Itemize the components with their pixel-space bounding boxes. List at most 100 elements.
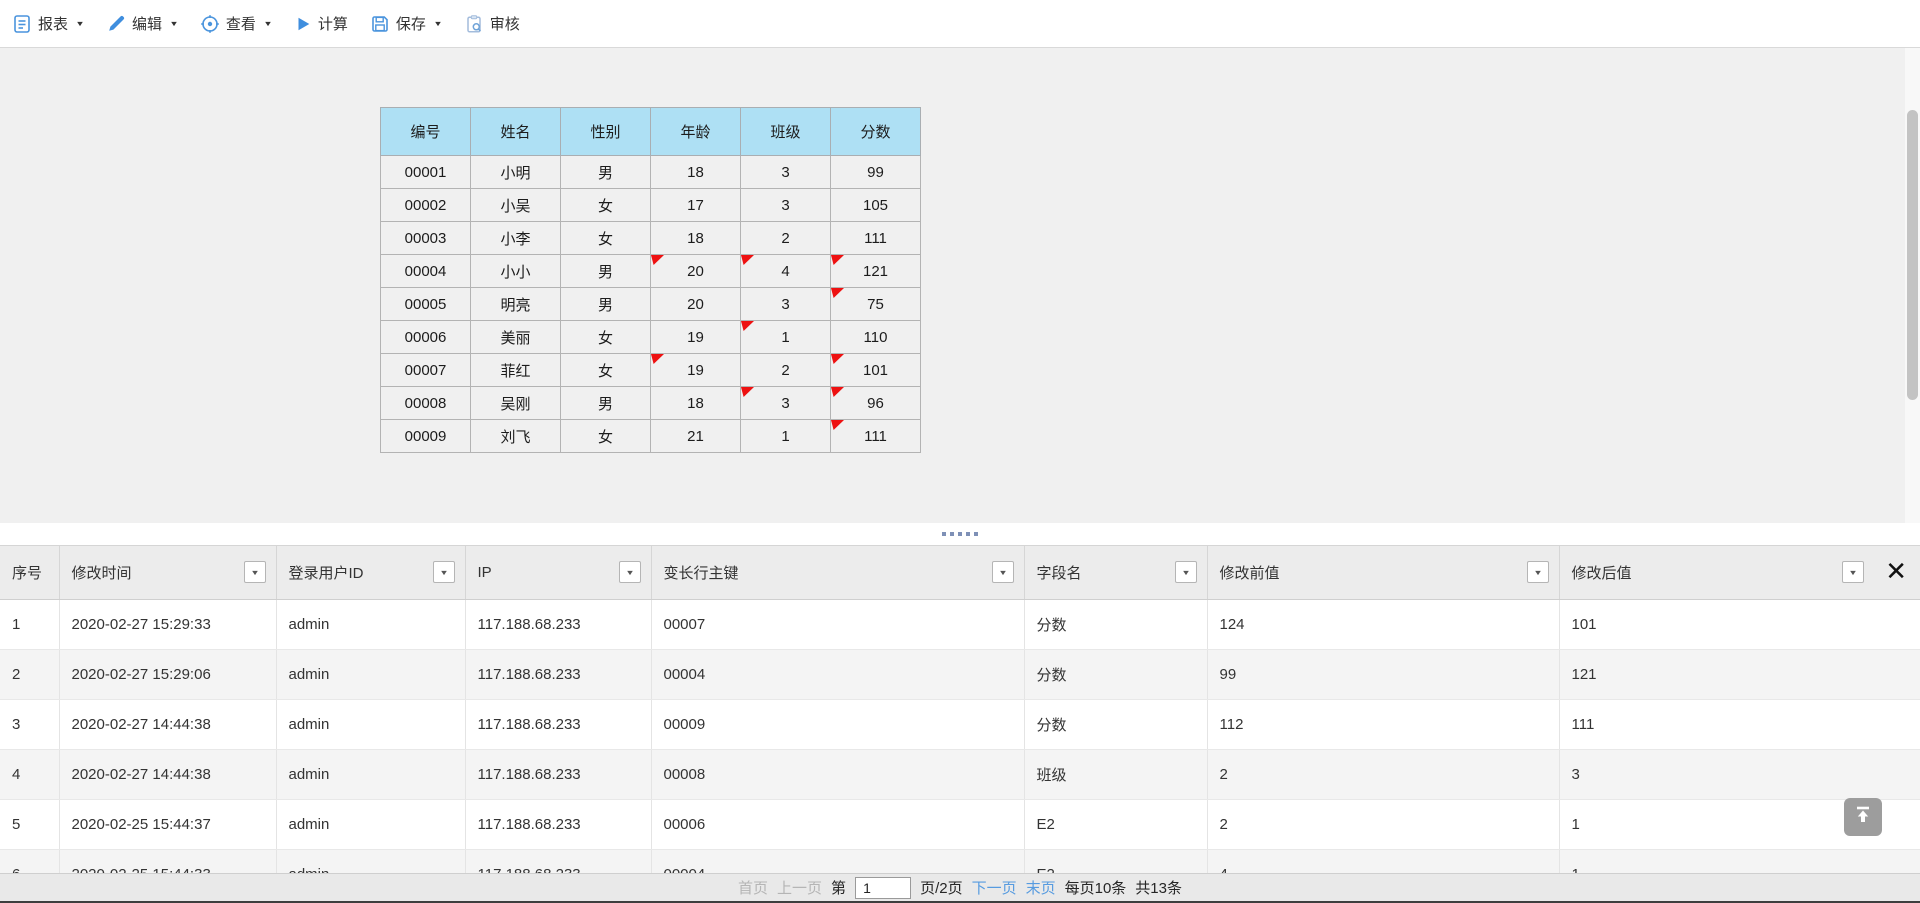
sheet-cell[interactable]: 女 <box>561 420 651 453</box>
sheet-cell[interactable]: 3 <box>741 288 831 321</box>
sheet-cell[interactable]: 4 <box>741 255 831 288</box>
save-button[interactable]: 保存 ▼ <box>370 13 442 34</box>
sheet-cell[interactable]: 女 <box>561 222 651 255</box>
scrollbar-thumb[interactable] <box>1907 110 1918 400</box>
sheet-cell[interactable]: 2 <box>741 222 831 255</box>
sheet-cell[interactable]: 18 <box>651 222 741 255</box>
prev-page-link[interactable]: 上一页 <box>777 877 822 898</box>
sheet-cell[interactable]: 101 <box>831 354 921 387</box>
sheet-cell[interactable]: 96 <box>831 387 921 420</box>
log-cell: 分数 <box>1024 599 1207 649</box>
sheet-cell[interactable]: 00006 <box>381 321 471 354</box>
back-to-top-button[interactable] <box>1844 798 1882 836</box>
close-icon[interactable]: ✕ <box>1885 558 1907 584</box>
sheet-cell[interactable]: 吴刚 <box>471 387 561 420</box>
calculate-button[interactable]: 计算 <box>294 13 348 34</box>
sheet-cell[interactable]: 19 <box>651 354 741 387</box>
sheet-cell[interactable]: 00002 <box>381 189 471 222</box>
sheet-cell[interactable]: 17 <box>651 189 741 222</box>
dropdown-caret-icon: ▼ <box>263 19 273 27</box>
cell-value: 3 <box>781 164 789 181</box>
sheet-cell[interactable]: 00005 <box>381 288 471 321</box>
sheet-cell[interactable]: 99 <box>831 156 921 189</box>
audit-button[interactable]: 审核 <box>464 13 520 34</box>
edit-button[interactable]: 编辑 ▼ <box>106 13 178 34</box>
sheet-cell[interactable]: 18 <box>651 387 741 420</box>
cell-value: 21 <box>687 428 704 445</box>
modified-flag-icon <box>831 387 844 397</box>
last-page-link[interactable]: 末页 <box>1026 877 1056 898</box>
sheet-cell[interactable]: 1 <box>741 420 831 453</box>
log-cell: 00009 <box>651 699 1024 749</box>
sheet-cell[interactable]: 男 <box>561 156 651 189</box>
sheet-row: 00001小明男18 3 99 <box>381 156 921 189</box>
sheet-cell[interactable]: 2 <box>741 354 831 387</box>
log-cell: 2 <box>1207 749 1559 799</box>
log-cell: 00007 <box>651 599 1024 649</box>
panel-splitter[interactable] <box>0 523 1920 545</box>
sheet-cell[interactable]: 美丽 <box>471 321 561 354</box>
cell-value: 00009 <box>405 428 447 445</box>
log-row[interactable]: 12020-02-27 15:29:33admin117.188.68.2330… <box>0 599 1920 649</box>
sheet-cell[interactable]: 小小 <box>471 255 561 288</box>
filter-button[interactable]: ▼ <box>244 561 266 583</box>
filter-button[interactable]: ▼ <box>1842 561 1864 583</box>
sheet-cell[interactable]: 明亮 <box>471 288 561 321</box>
log-cell: 3 <box>1559 749 1920 799</box>
sheet-cell[interactable]: 菲红 <box>471 354 561 387</box>
sheet-cell[interactable]: 男 <box>561 255 651 288</box>
sheet-cell[interactable]: 18 <box>651 156 741 189</box>
sheet-cell[interactable]: 女 <box>561 354 651 387</box>
sheet-cell[interactable]: 00007 <box>381 354 471 387</box>
sheet-cell[interactable]: 121 <box>831 255 921 288</box>
sheet-cell[interactable]: 1 <box>741 321 831 354</box>
sheet-cell[interactable]: 3 <box>741 189 831 222</box>
sheet-cell[interactable]: 3 <box>741 156 831 189</box>
sheet-cell[interactable]: 20 <box>651 288 741 321</box>
sheet-cell[interactable]: 00008 <box>381 387 471 420</box>
log-row[interactable]: 42020-02-27 14:44:38admin117.188.68.2330… <box>0 749 1920 799</box>
first-page-link[interactable]: 首页 <box>738 877 768 898</box>
sheet-cell[interactable]: 女 <box>561 189 651 222</box>
vertical-scrollbar[interactable] <box>1905 48 1920 523</box>
log-cell: admin <box>276 649 465 699</box>
log-row[interactable]: 32020-02-27 14:44:38admin117.188.68.2330… <box>0 699 1920 749</box>
log-cell: 00006 <box>651 799 1024 849</box>
sheet-cell[interactable]: 111 <box>831 222 921 255</box>
sheet-cell[interactable]: 男 <box>561 387 651 420</box>
sheet-cell[interactable]: 00001 <box>381 156 471 189</box>
sheet-cell[interactable]: 75 <box>831 288 921 321</box>
sheet-cell[interactable]: 21 <box>651 420 741 453</box>
sheet-cell[interactable]: 00009 <box>381 420 471 453</box>
sheet-cell[interactable]: 小明 <box>471 156 561 189</box>
sheet-cell[interactable]: 3 <box>741 387 831 420</box>
sheet-cell[interactable]: 19 <box>651 321 741 354</box>
sheet-cell[interactable]: 男 <box>561 288 651 321</box>
sheet-cell[interactable]: 00003 <box>381 222 471 255</box>
filter-button[interactable]: ▼ <box>433 561 455 583</box>
audit-icon <box>464 14 484 34</box>
sheet-cell[interactable]: 女 <box>561 321 651 354</box>
report-button[interactable]: 报表 ▼ <box>12 13 84 34</box>
cell-value: 女 <box>598 330 613 347</box>
log-row[interactable]: 62020-02-25 15:44:33admin117.188.68.2330… <box>0 849 1920 873</box>
log-row[interactable]: 22020-02-27 15:29:06admin117.188.68.2330… <box>0 649 1920 699</box>
filter-button[interactable]: ▼ <box>1527 561 1549 583</box>
sheet-cell[interactable]: 111 <box>831 420 921 453</box>
sheet-cell[interactable]: 小李 <box>471 222 561 255</box>
sheet-cell[interactable]: 00004 <box>381 255 471 288</box>
sheet-cell[interactable]: 105 <box>831 189 921 222</box>
filter-button[interactable]: ▼ <box>619 561 641 583</box>
page-number-input[interactable] <box>855 877 911 899</box>
arrow-up-icon <box>1852 804 1874 831</box>
sheet-cell[interactable]: 刘飞 <box>471 420 561 453</box>
sheet-cell[interactable]: 小吴 <box>471 189 561 222</box>
log-row[interactable]: 52020-02-25 15:44:37admin117.188.68.2330… <box>0 799 1920 849</box>
next-page-link[interactable]: 下一页 <box>972 877 1017 898</box>
sheet-cell[interactable]: 110 <box>831 321 921 354</box>
log-column-header: 修改后值▼ <box>1559 546 1920 599</box>
filter-button[interactable]: ▼ <box>992 561 1014 583</box>
view-button[interactable]: 查看 ▼ <box>200 13 272 34</box>
sheet-cell[interactable]: 20 <box>651 255 741 288</box>
filter-button[interactable]: ▼ <box>1175 561 1197 583</box>
